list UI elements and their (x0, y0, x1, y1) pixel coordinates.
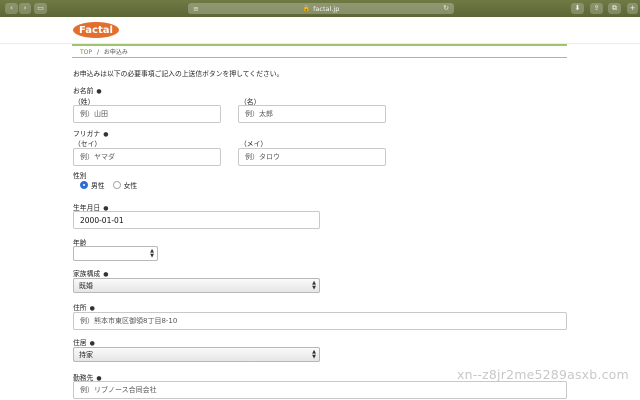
kana-label: フリガナ ● (73, 128, 108, 138)
site-header: Factal (0, 17, 640, 44)
plus-icon: + (629, 4, 636, 12)
breadcrumb-current: お申込み (103, 49, 128, 56)
breadcrumb-separator: / (96, 49, 99, 56)
gender-label: 性別 (73, 172, 87, 180)
address-label: 住所 ● (73, 302, 95, 312)
required-mark: ● (89, 340, 95, 347)
name-label: お名前 ● (73, 85, 102, 95)
header-divider (72, 44, 567, 46)
tabs-button[interactable]: ⧉ (608, 3, 621, 14)
forward-button[interactable]: › (19, 3, 31, 14)
required-mark: ● (96, 88, 102, 95)
select-arrows-icon: ▲ ▼ (312, 349, 316, 360)
last-kana-input[interactable]: 例）ヤマダ (73, 148, 221, 166)
intro-text: お申込みは以下の必要事項ご記入の上送信ボタンを押してください。 (73, 70, 284, 78)
housing-label: 住居 ● (73, 337, 95, 347)
family-label-text: 家族構成 (73, 270, 101, 278)
url-text: factal.jp (313, 4, 340, 13)
download-icon: ⬇ (574, 4, 581, 12)
address-bar[interactable]: ≡ 🔒 factal.jp ↻ (188, 3, 454, 14)
address-input[interactable]: 例）熊本市東区御領8丁目8-10 (73, 312, 567, 330)
breadcrumb-home-link[interactable]: TOP (80, 49, 92, 56)
kana-label-text: フリガナ (73, 130, 101, 138)
share-icon: ⇪ (593, 4, 600, 12)
housing-select-value: 持家 (79, 350, 93, 359)
gender-radio-male[interactable] (80, 181, 88, 189)
first-kana-input[interactable]: 例）タロウ (238, 148, 386, 166)
breadcrumb: TOP / お申込み (80, 47, 128, 56)
downloads-button[interactable]: ⬇ (571, 3, 584, 14)
sidebar-button[interactable]: ▭ (34, 3, 47, 14)
address-label-text: 住所 (73, 304, 87, 312)
new-tab-button[interactable]: + (627, 3, 638, 14)
first-name-input[interactable]: 例）太郎 (238, 105, 386, 123)
lock-icon: 🔒 (302, 5, 311, 12)
family-select-value: 既婚 (79, 281, 93, 290)
required-mark: ● (103, 131, 109, 138)
birthday-input[interactable]: 2000-01-01 (73, 211, 320, 229)
housing-select[interactable]: 持家 ▲ ▼ (73, 347, 320, 362)
stepper-arrows-icon[interactable]: ▲ ▼ (150, 249, 154, 259)
sidebar-icon: ▭ (37, 4, 44, 12)
tabs-icon: ⧉ (612, 4, 617, 12)
breadcrumb-divider (72, 57, 567, 58)
watermark-text: xn--z8jr2me5289asxb.com (457, 367, 629, 382)
first-kana-sublabel: （メイ） (240, 140, 268, 148)
select-arrows-icon: ▲ ▼ (312, 280, 316, 291)
workplace-input[interactable]: 例）リブノース合同会社 (73, 381, 567, 399)
family-select[interactable]: 既婚 ▲ ▼ (73, 278, 320, 293)
browser-toolbar: ‹ › ▭ ≡ 🔒 factal.jp ↻ ⬇ ⇪ ⧉ + (0, 0, 640, 17)
required-mark: ● (103, 271, 109, 278)
name-label-text: お名前 (73, 87, 94, 95)
back-icon: ‹ (10, 4, 13, 12)
forward-icon: › (23, 4, 27, 12)
last-name-input[interactable]: 例）山田 (73, 105, 221, 123)
gender-radio-female[interactable] (112, 181, 121, 189)
gender-radio-group: 男性 女性 (80, 180, 145, 190)
gender-option-female-label[interactable]: 女性 (124, 180, 138, 190)
site-logo[interactable]: Factal (73, 22, 119, 38)
family-label: 家族構成 ● (73, 268, 108, 278)
reader-icon[interactable]: ≡ (193, 5, 199, 13)
last-kana-sublabel: （セイ） (74, 140, 102, 148)
age-stepper[interactable]: ▲ ▼ (73, 246, 158, 261)
required-mark: ● (89, 305, 95, 312)
housing-label-text: 住居 (73, 339, 87, 347)
share-button[interactable]: ⇪ (590, 3, 603, 14)
back-button[interactable]: ‹ (5, 3, 18, 14)
reload-icon[interactable]: ↻ (443, 4, 449, 12)
gender-option-male-label[interactable]: 男性 (91, 180, 105, 190)
